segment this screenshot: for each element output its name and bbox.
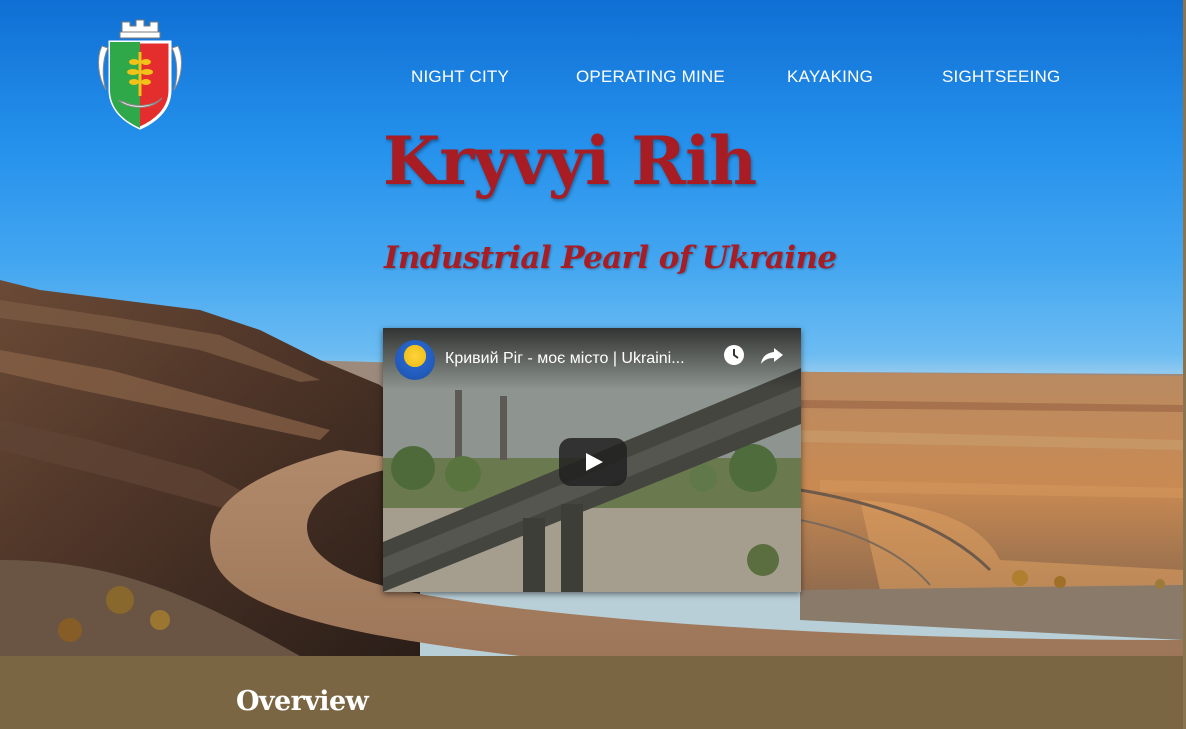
main-navigation: NIGHT CITY OPERATING MINE KAYAKING SIGHT… xyxy=(0,67,1183,89)
video-title-link[interactable]: Кривий Ріг - моє місто | Ukraini... xyxy=(445,350,720,368)
nav-link-sightseeing[interactable]: SIGHTSEEING xyxy=(942,67,1060,87)
nav-link-operating-mine[interactable]: OPERATING MINE xyxy=(576,67,725,87)
page: NIGHT CITY OPERATING MINE KAYAKING SIGHT… xyxy=(0,0,1186,729)
nav-link-kayaking[interactable]: KAYAKING xyxy=(787,67,873,87)
page-subtitle: Industrial Pearl of Ukraine xyxy=(384,240,837,276)
hero-banner: NIGHT CITY OPERATING MINE KAYAKING SIGHT… xyxy=(0,0,1183,656)
play-icon[interactable] xyxy=(559,438,627,486)
overview-section: Overview xyxy=(0,656,1183,729)
channel-avatar-icon[interactable] xyxy=(395,340,435,380)
nav-link-night-city[interactable]: NIGHT CITY xyxy=(411,67,509,87)
clock-icon[interactable] xyxy=(721,342,747,368)
page-title: Kryvyi Rih xyxy=(383,122,757,200)
share-icon[interactable] xyxy=(759,342,785,368)
overview-heading: Overview xyxy=(236,686,369,717)
youtube-video-embed[interactable]: Кривий Ріг - моє місто | Ukraini... xyxy=(383,328,801,592)
